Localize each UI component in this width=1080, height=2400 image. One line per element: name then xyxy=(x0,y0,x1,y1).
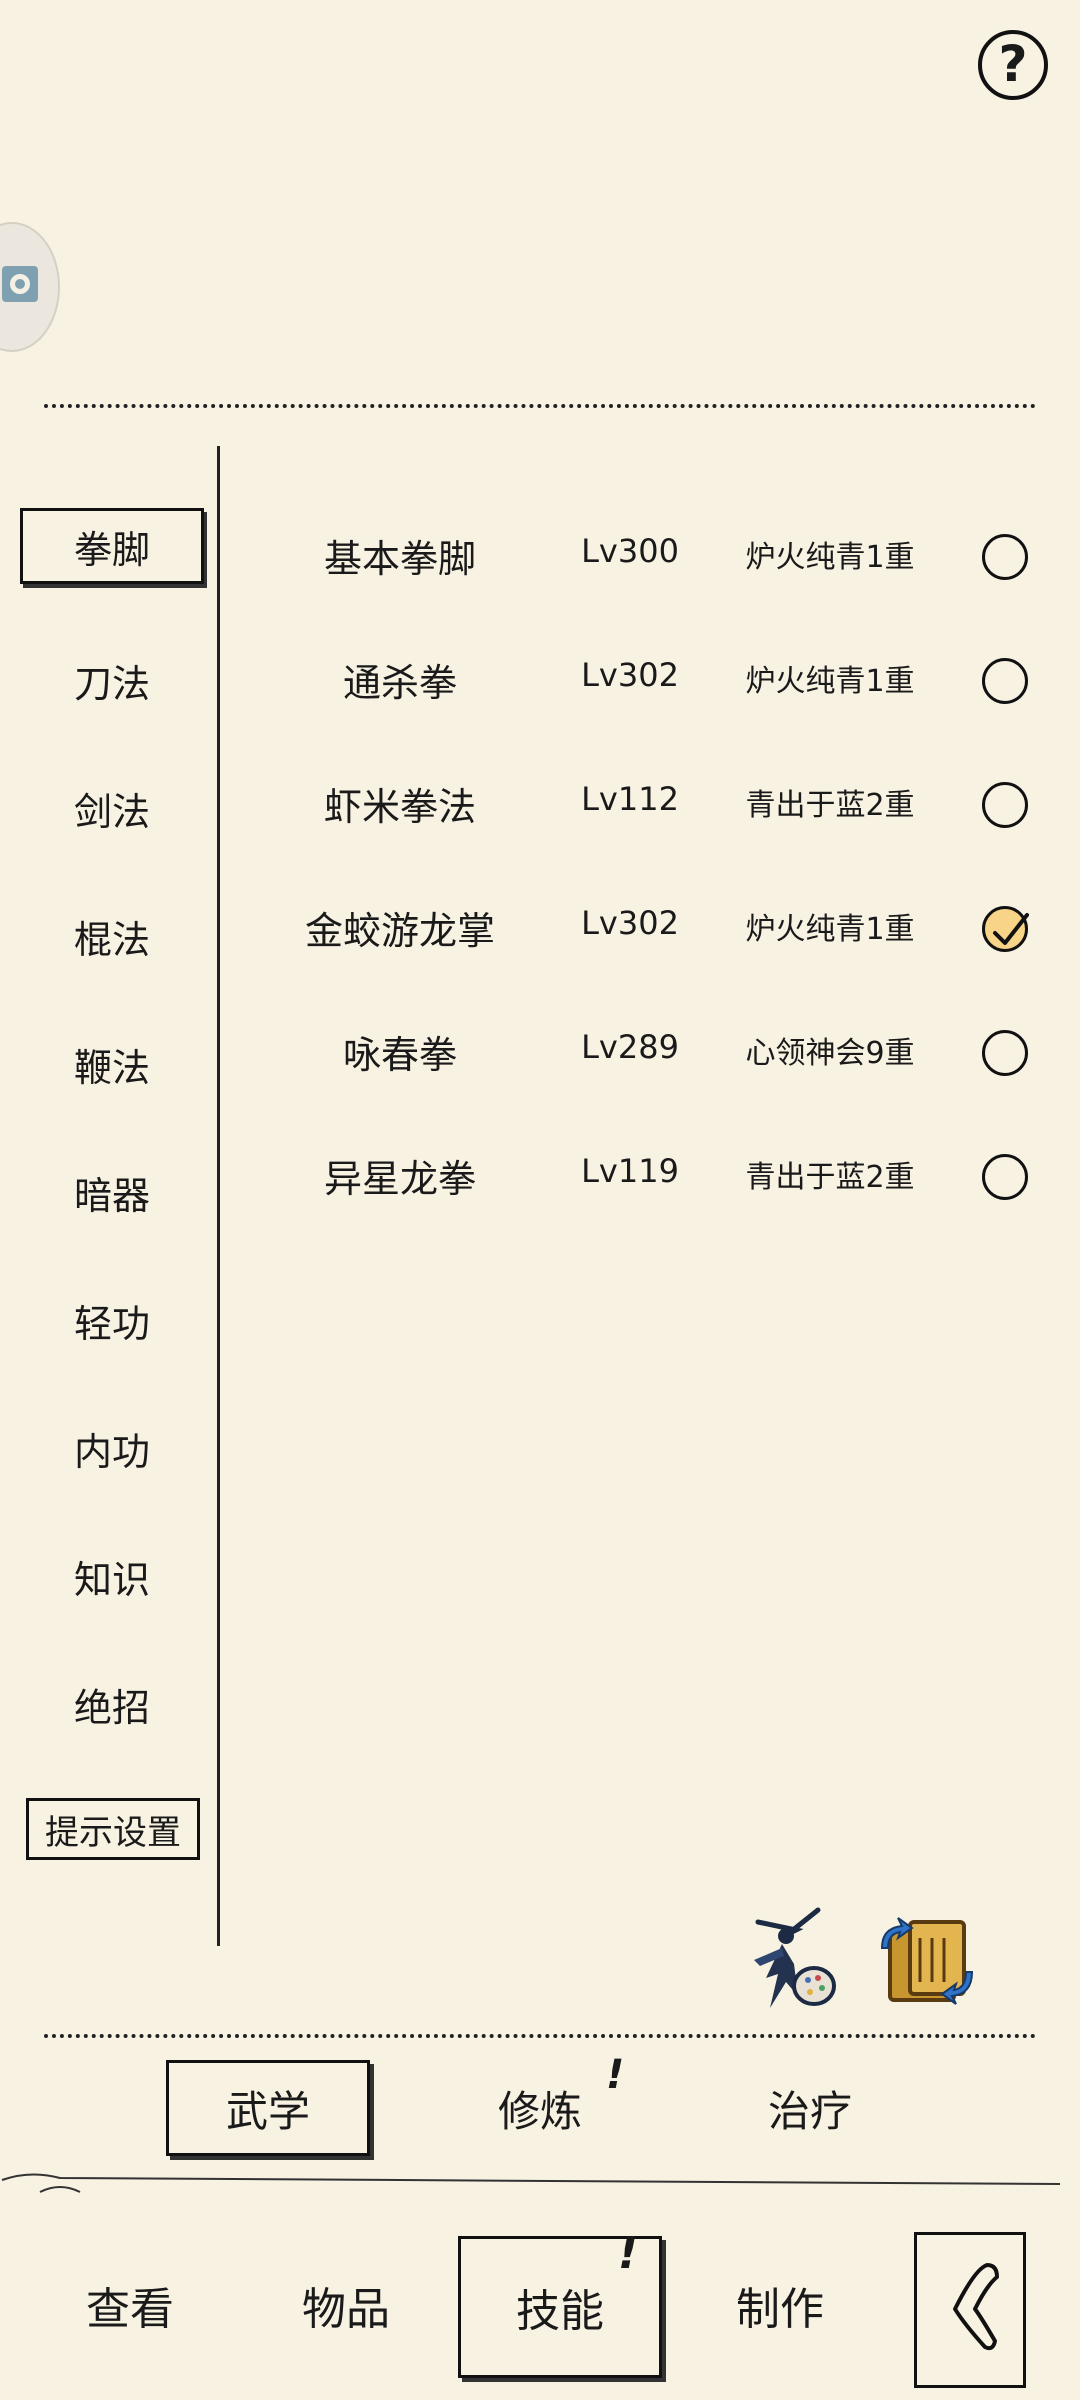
skill-select-radio[interactable] xyxy=(982,782,1028,828)
skill-select-radio[interactable] xyxy=(982,534,1028,580)
skill-name: 金蛟游龙掌 xyxy=(304,909,495,953)
skill-level: Lv112 xyxy=(581,780,679,818)
category-anqi[interactable]: 暗器 xyxy=(20,1154,204,1230)
skill-name: 咏春拳 xyxy=(342,1033,457,1077)
nav-zhizuo[interactable]: 制作 xyxy=(700,2240,860,2370)
tab-label: 治疗 xyxy=(767,2086,852,2136)
back-button[interactable] xyxy=(914,2232,1026,2388)
tab-xiulian[interactable]: 修炼 xyxy=(470,2060,610,2156)
skill-name: 虾米拳法 xyxy=(323,785,476,829)
nav-wupin[interactable]: 物品 xyxy=(266,2240,426,2370)
nav-label: 查看 xyxy=(86,2284,174,2335)
category-label: 知识 xyxy=(73,1557,150,1602)
category-bianfa[interactable]: 鞭法 xyxy=(20,1026,204,1102)
tab-label: 修炼 xyxy=(497,2086,582,2136)
skill-level: Lv289 xyxy=(581,1028,679,1066)
skill-level: Lv302 xyxy=(581,904,679,942)
skill-level: Lv302 xyxy=(581,656,679,694)
notification-badge: ! xyxy=(606,2052,625,2098)
skill-level: Lv300 xyxy=(581,532,679,570)
category-jianfa[interactable]: 剑法 xyxy=(20,770,204,846)
skill-row[interactable]: 异星龙拳 Lv119 青出于蓝2重 xyxy=(260,1124,1050,1224)
top-divider xyxy=(44,404,1036,408)
skill-rank: 炉火纯青1重 xyxy=(745,912,915,947)
nav-label: 制作 xyxy=(736,2284,824,2335)
notification-badge: ! xyxy=(618,2228,639,2279)
skill-level: Lv119 xyxy=(581,1152,679,1190)
category-label: 暗器 xyxy=(73,1173,150,1218)
skill-row[interactable]: 通杀拳 Lv302 炉火纯青1重 xyxy=(260,628,1050,728)
hint-settings-label: 提示设置 xyxy=(45,1812,181,1853)
skill-rank: 青出于蓝2重 xyxy=(745,788,915,823)
question-icon: ? xyxy=(998,35,1028,93)
tab-zhiliao[interactable]: 治疗 xyxy=(740,2060,880,2156)
skill-row[interactable]: 虾米拳法 Lv112 青出于蓝2重 xyxy=(260,752,1050,852)
hint-settings-button[interactable]: 提示设置 xyxy=(26,1798,200,1860)
scroll-swap-icon[interactable] xyxy=(876,1908,980,2012)
category-label: 剑法 xyxy=(73,789,150,834)
category-juezhao[interactable]: 绝招 xyxy=(20,1666,204,1742)
category-label: 鞭法 xyxy=(73,1045,150,1090)
back-arrow-icon xyxy=(953,2263,999,2351)
skill-name: 基本拳脚 xyxy=(323,537,476,581)
skill-select-radio[interactable] xyxy=(982,1154,1028,1200)
category-label: 刀法 xyxy=(73,661,150,706)
category-gunfa[interactable]: 棍法 xyxy=(20,898,204,974)
category-quanjiao[interactable]: 拳脚 xyxy=(20,508,204,584)
category-neigong[interactable]: 内功 xyxy=(20,1410,204,1486)
skill-name: 通杀拳 xyxy=(342,661,457,705)
skill-select-radio[interactable] xyxy=(982,658,1028,704)
category-label: 内功 xyxy=(73,1429,150,1474)
tab-wuxue[interactable]: 武学 xyxy=(166,2060,370,2156)
category-qinggong[interactable]: 轻功 xyxy=(20,1282,204,1358)
nav-label: 物品 xyxy=(302,2284,390,2335)
martial-artist-icon[interactable] xyxy=(738,1904,842,2016)
nav-chakan[interactable]: 查看 xyxy=(50,2240,210,2370)
skill-select-radio[interactable] xyxy=(982,906,1029,952)
skill-row[interactable]: 基本拳脚 Lv300 炉火纯青1重 xyxy=(260,504,1050,604)
floating-app-chip[interactable] xyxy=(0,222,60,352)
skill-name: 异星龙拳 xyxy=(323,1157,476,1201)
tab-label: 武学 xyxy=(225,2086,310,2136)
skill-select-radio[interactable] xyxy=(982,1030,1028,1076)
skill-rank: 炉火纯青1重 xyxy=(745,664,915,699)
category-zhishi[interactable]: 知识 xyxy=(20,1538,204,1614)
help-button[interactable]: ? xyxy=(978,30,1048,100)
app-logo-icon xyxy=(2,266,38,302)
category-label: 棍法 xyxy=(73,917,150,962)
skill-rank: 青出于蓝2重 xyxy=(745,1160,915,1195)
skill-row[interactable]: 金蛟游龙掌 Lv302 炉火纯青1重 xyxy=(260,876,1050,976)
nav-label: 技能 xyxy=(516,2286,604,2337)
category-daofa[interactable]: 刀法 xyxy=(20,642,204,718)
category-label: 绝招 xyxy=(73,1685,150,1730)
category-label: 拳脚 xyxy=(73,527,150,572)
bottom-divider xyxy=(44,2034,1036,2038)
category-divider xyxy=(217,446,220,1946)
skill-row[interactable]: 咏春拳 Lv289 心领神会9重 xyxy=(260,1000,1050,1100)
category-label: 轻功 xyxy=(73,1301,150,1346)
skill-rank: 炉火纯青1重 xyxy=(745,540,915,575)
checkmark-icon xyxy=(993,913,1029,945)
skill-rank: 心领神会9重 xyxy=(745,1036,915,1071)
